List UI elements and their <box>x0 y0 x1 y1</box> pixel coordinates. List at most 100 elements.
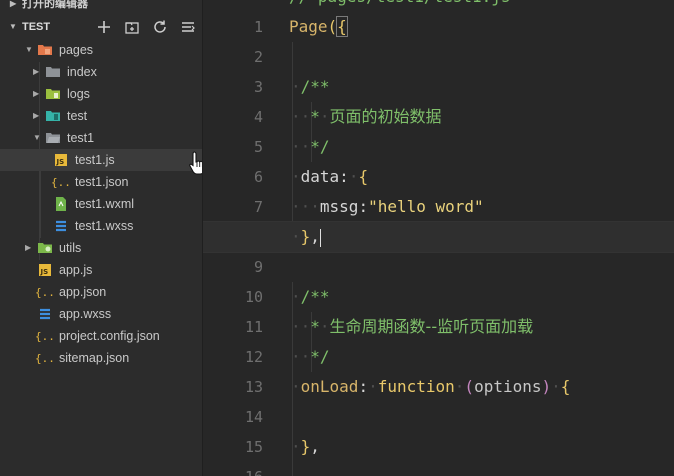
json-file-icon: {..} <box>35 329 55 343</box>
folder-icon <box>46 66 60 78</box>
chevron-down-icon: ▼ <box>9 22 17 31</box>
tree-item-label: app.js <box>59 263 93 277</box>
code-token: data <box>300 167 340 186</box>
code-line: 5 ··*·页面的初始数据 <box>203 102 674 156</box>
code-token: mssg <box>319 197 359 216</box>
code-comment: * <box>310 317 320 336</box>
tree-item-label: app.wxss <box>59 307 112 321</box>
svg-text:{..}: {..} <box>35 330 55 343</box>
code-comment: /** <box>300 287 330 306</box>
tree-item-test1-wxml[interactable]: test1.wxml <box>0 193 202 215</box>
chevron-right-icon: ▶ <box>33 89 40 98</box>
tree-item-pages[interactable]: ▼ pages <box>0 39 202 61</box>
svg-text:{..}: {..} <box>51 176 71 189</box>
code-line: 12 ··*·生命周期函数--监听页面加载 <box>203 312 674 366</box>
code-comment: // pages/test1/test1.js <box>289 0 511 12</box>
tree-item-app-js[interactable]: JS app.js <box>0 259 202 281</box>
folder-open-icon <box>46 132 60 144</box>
tree-item-test1-js[interactable]: JS test1.js <box>0 149 202 171</box>
chevron-down-icon: ▼ <box>33 133 41 142</box>
line-number: 16 <box>203 462 263 476</box>
code-editor[interactable]: 1 // pages/test1/test1.js 2 Page({ 3 4 ·… <box>203 0 674 476</box>
tree-item-test1-json[interactable]: {..} test1.json <box>0 171 202 193</box>
tree-item-app-json[interactable]: {..} app.json <box>0 281 202 303</box>
code-comment: /** <box>300 77 330 96</box>
text-caret <box>319 228 321 247</box>
code-line: 13 ··*/ <box>203 342 674 396</box>
svg-text:JS: JS <box>40 268 49 276</box>
code-line: 10 <box>203 252 674 306</box>
tree-item-test1-wxss[interactable]: test1.wxss <box>0 215 202 237</box>
code-line: 16 ·}, <box>203 432 674 476</box>
tree-item-label: index <box>67 65 97 79</box>
chevron-right-icon: ▶ <box>33 111 40 120</box>
folder-test-icon <box>46 110 60 122</box>
open-editors-section[interactable]: ▶ 打开的编辑器 <box>0 0 202 14</box>
json-file-icon: {..} <box>51 175 71 189</box>
code-comment: 页面的初始数据 <box>329 107 442 126</box>
wxml-file-icon <box>55 197 69 211</box>
tree-item-index[interactable]: ▶ index <box>0 61 202 83</box>
tree-item-label: test1.wxml <box>75 197 135 211</box>
wxss-file-icon <box>54 219 68 232</box>
project-label: TEST <box>22 21 51 33</box>
new-folder-icon[interactable] <box>124 19 140 35</box>
code-line: 2 Page({ <box>203 12 674 66</box>
tree-item-label: app.json <box>59 285 107 299</box>
chevron-down-icon: ▼ <box>25 45 33 54</box>
code-comment: 生命周期函数--监听页面加载 <box>329 317 534 336</box>
code-string: "hello word" <box>368 197 484 216</box>
code-param: options <box>474 377 542 396</box>
tree-item-label: sitemap.json <box>59 351 130 365</box>
tree-item-label: pages <box>59 43 94 57</box>
tree-item-label: test1 <box>67 131 95 145</box>
tree-item-test[interactable]: ▶ test <box>0 105 202 127</box>
tree-item-label: test <box>67 109 88 123</box>
js-file-icon: JS <box>54 153 68 166</box>
code-line: 15 <box>203 402 674 456</box>
json-file-icon: {..} <box>35 285 55 299</box>
svg-text:{..}: {..} <box>35 352 55 365</box>
hand-cursor-icon <box>188 150 202 176</box>
tree-item-utils[interactable]: ▶ utils <box>0 237 202 259</box>
tree-item-test1[interactable]: ▼ test1 <box>0 127 202 149</box>
code-comment: */ <box>310 137 330 156</box>
tree-item-label: utils <box>59 241 82 255</box>
code-token: Page <box>289 17 328 36</box>
new-file-icon[interactable] <box>96 19 112 35</box>
tree-item-sitemap-json[interactable]: {..} sitemap.json <box>0 347 202 369</box>
refresh-icon[interactable] <box>152 19 168 35</box>
chevron-right-icon: ▶ <box>10 0 17 8</box>
tree-item-label: project.config.json <box>59 329 160 343</box>
tree-item-label: logs <box>67 87 90 101</box>
folder-logs-icon <box>46 88 60 100</box>
code-line: 3 <box>203 42 674 96</box>
js-file-icon: JS <box>38 263 52 276</box>
svg-text:{..}: {..} <box>35 286 55 299</box>
wxss-file-icon <box>38 307 52 320</box>
folder-utils-icon <box>38 242 52 254</box>
code-comment: * <box>310 107 320 126</box>
tree-item-label: test1.json <box>75 175 129 189</box>
tree-item-app-wxss[interactable]: app.wxss <box>0 303 202 325</box>
code-token: onLoad <box>300 377 359 396</box>
current-line: 9 ·}, <box>203 221 674 276</box>
svg-text:JS: JS <box>56 158 65 166</box>
code-keyword: function <box>377 377 455 396</box>
code-comment: */ <box>310 347 330 366</box>
file-explorer: ▶ 打开的编辑器 ▼ TEST ▼ pages ▶ index ▶ logs ▶… <box>0 0 203 476</box>
code-line: 11 ·/** <box>203 282 674 336</box>
code-line: 14 ·onLoad:·function·(options)·{ <box>203 372 674 426</box>
tree-item-logs[interactable]: ▶ logs <box>0 83 202 105</box>
code-line: 8 ···mssg:"hello word" <box>203 192 674 246</box>
json-file-icon: {..} <box>35 351 55 365</box>
collapse-all-icon[interactable] <box>180 19 196 35</box>
tree-item-label: test1.wxss <box>75 219 134 233</box>
tree-item-label: test1.js <box>75 153 115 167</box>
chevron-right-icon: ▶ <box>33 67 40 76</box>
code-line: 7 ·data:·{ <box>203 162 674 216</box>
chevron-right-icon: ▶ <box>25 243 32 252</box>
code-line: 4 ·/** <box>203 72 674 126</box>
folder-pages-icon <box>38 44 52 56</box>
tree-item-project-config-json[interactable]: {..} project.config.json <box>0 325 202 347</box>
